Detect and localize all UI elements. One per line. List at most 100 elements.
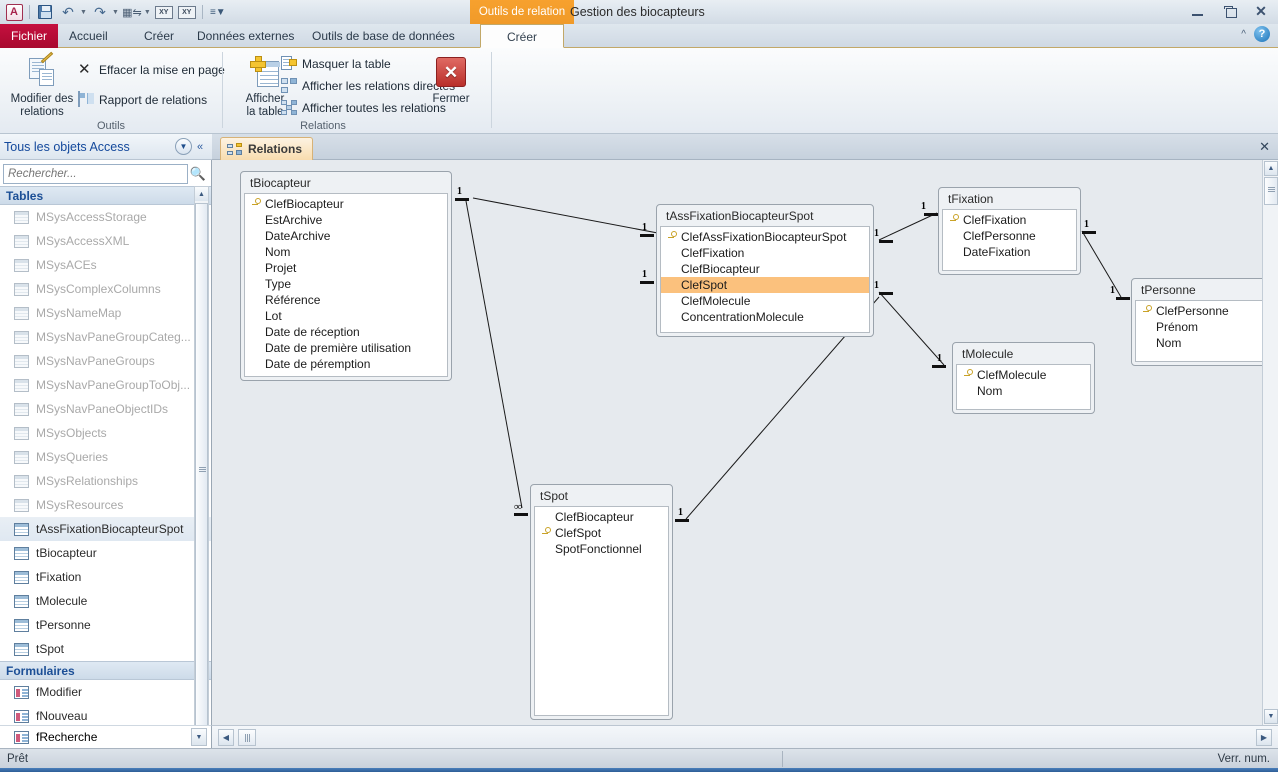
navigation-bottom-item[interactable]: fRecherche ▼ [0, 725, 212, 748]
relationship-field-row[interactable]: Date de première utilisation [245, 340, 447, 356]
relationship-field-row[interactable]: Nom [245, 244, 447, 260]
relationship-field-row[interactable]: ClefMolecule [661, 293, 869, 309]
sidebar-item-fmodifier[interactable]: fModifier [0, 680, 211, 704]
navigation-scrollbar[interactable]: ▲ ▼ [194, 186, 209, 746]
relationship-field-row[interactable]: ClefBiocapteur [245, 196, 447, 212]
scroll-up-icon[interactable]: ▲ [195, 187, 208, 201]
relationship-field-row[interactable]: ClefPersonne [943, 228, 1076, 244]
relationship-field-row[interactable]: ClefFixation [943, 212, 1076, 228]
sidebar-item-msysaccessstorage[interactable]: MSysAccessStorage [0, 205, 211, 229]
rapport-relations-button[interactable]: Rapport de relations [78, 91, 207, 108]
relationship-field-row[interactable]: Nom [957, 383, 1090, 399]
relationship-table-tfixation[interactable]: tFixation ClefFixation ClefPersonne DateFix… [938, 187, 1081, 275]
undo-dropdown-icon[interactable]: ▼ [80, 9, 87, 16]
help-icon[interactable]: ? [1254, 26, 1270, 42]
sidebar-item-msysnavpanegrouptoobj[interactable]: MSysNavPaneGroupToObj... [0, 373, 211, 397]
sidebar-item-msysobjects[interactable]: MSysObjects [0, 421, 211, 445]
sidebar-item-tbiocapteur[interactable]: tBiocapteur [0, 541, 211, 565]
tab-donnees-externes[interactable]: Données externes [186, 24, 305, 48]
canvas-hscroll-thumb[interactable] [238, 729, 256, 746]
relationship-field-row[interactable]: Référence [245, 292, 447, 308]
sidebar-item-tpersonne[interactable]: tPersonne [0, 613, 211, 637]
tab-creer-relation[interactable]: Créer [480, 24, 564, 48]
search-icon[interactable]: 🔍 [188, 166, 208, 182]
sidebar-item-tfixation[interactable]: tFixation [0, 565, 211, 589]
tab-relations[interactable]: Relations [220, 137, 314, 160]
chevron-down-icon[interactable]: ▼ [175, 138, 192, 155]
relationship-field-row[interactable]: ClefFixation [661, 245, 869, 261]
relationship-table-tmolecule[interactable]: tMolecule ClefMolecule Nom [952, 342, 1095, 414]
effacer-mise-en-page-button[interactable]: ✕ Effacer la mise en page [78, 62, 225, 78]
relationship-field-row[interactable]: Prénom [1136, 319, 1269, 335]
relationships-canvas[interactable]: tBiocapteur ClefBiocapteur EstArchive DateA… [212, 160, 1278, 725]
access-logo-icon[interactable]: A [4, 2, 24, 22]
tab-accueil[interactable]: Accueil [58, 24, 119, 48]
collapse-ribbon-icon[interactable]: ^ [1241, 29, 1246, 40]
relationship-line-tassfixation-tfixation[interactable] [878, 212, 938, 241]
tab-creer[interactable]: Créer [133, 24, 185, 48]
customize-qat-icon[interactable]: ≡▼ [208, 2, 228, 22]
nav-group-header-tables[interactable]: Tables ▲ [0, 186, 211, 205]
relationship-field-row[interactable]: Date de péremption [245, 356, 447, 372]
relationship-field-row[interactable]: Type [245, 276, 447, 292]
canvas-scroll-down-icon[interactable]: ▼ [1264, 709, 1278, 724]
relationship-field-row[interactable]: DateArchive [245, 228, 447, 244]
sidebar-item-msysaccessxml[interactable]: MSysAccessXML [0, 229, 211, 253]
relationship-field-row[interactable]: ClefMolecule [957, 367, 1090, 383]
relationship-line-tbiocapteur-tspot[interactable] [465, 200, 523, 509]
sidebar-item-tmolecule[interactable]: tMolecule [0, 589, 211, 613]
sidebar-item-msysrelationships[interactable]: MSysRelationships [0, 469, 211, 493]
xy-icon-1[interactable]: XY [154, 2, 174, 22]
tab-outils-base-de-donnees[interactable]: Outils de base de données [301, 24, 466, 48]
canvas-horizontal-scrollbar[interactable]: ◀ ▶ [212, 725, 1278, 748]
sidebar-item-msysresources[interactable]: MSysResources [0, 493, 211, 517]
relationship-field-row[interactable]: Date de réception [245, 324, 447, 340]
relationship-field-row[interactable]: Projet [245, 260, 447, 276]
sidebar-item-msysaces[interactable]: MSysACEs [0, 253, 211, 277]
relationship-field-row[interactable]: ConcentrationMolecule [661, 309, 869, 325]
sidebar-item-msyscomplexcolumns[interactable]: MSysComplexColumns [0, 277, 211, 301]
canvas-vertical-scrollbar[interactable]: ▲ ▼ [1262, 160, 1278, 725]
save-icon[interactable] [35, 2, 55, 22]
canvas-vscroll-thumb[interactable] [1264, 177, 1278, 205]
relationship-field-row[interactable]: ClefSpot [535, 525, 668, 541]
relationship-table-tassfixationbiocapteurspot[interactable]: tAssFixationBiocapteurSpot ClefAssFixatio… [656, 204, 874, 337]
relationship-field-row[interactable]: DateFixation [943, 244, 1076, 260]
sidebar-item-msysnavpanegroups[interactable]: MSysNavPaneGroups [0, 349, 211, 373]
canvas-scroll-up-icon[interactable]: ▲ [1264, 161, 1278, 176]
fermer-button[interactable]: ✕ Fermer [419, 54, 483, 106]
relationship-field-row[interactable]: Lot [245, 308, 447, 324]
sidebar-item-msysqueries[interactable]: MSysQueries [0, 445, 211, 469]
relationship-field-row[interactable]: Nom [1136, 335, 1269, 351]
relationship-field-row[interactable]: ClefBiocapteur [535, 509, 668, 525]
relationships-icon[interactable]: ▦⇋ [122, 2, 142, 22]
relationship-line-tassfixation-tmolecule[interactable] [878, 291, 945, 366]
relationship-field-row[interactable]: ClefSpot [661, 277, 869, 293]
search-input[interactable] [3, 164, 188, 184]
undo-icon[interactable]: ↶ [58, 2, 78, 22]
masquer-la-table-button[interactable]: Masquer la table [281, 56, 391, 72]
redo-icon[interactable]: ↷ [90, 2, 110, 22]
relationship-table-tspot[interactable]: tSpot ClefBiocapteur ClefSpot SpotFonctionn… [530, 484, 673, 720]
relationship-field-row[interactable]: ClefAssFixationBiocapteurSpot [661, 229, 869, 245]
sidebar-item-tassfixationbiocapteurspot[interactable]: tAssFixationBiocapteurSpot [0, 517, 211, 541]
double-chevron-left-icon[interactable]: « [192, 141, 208, 153]
nav-group-header-formulaires[interactable]: Formulaires▲ [0, 661, 211, 680]
minimize-icon[interactable] [1186, 2, 1208, 20]
sidebar-item-msysnavpanegroupcateg[interactable]: MSysNavPaneGroupCateg... [0, 325, 211, 349]
sidebar-item-msysnavpaneobjectids[interactable]: MSysNavPaneObjectIDs [0, 397, 211, 421]
navigation-scroll-thumb[interactable] [195, 203, 208, 731]
relationship-table-tpersonne[interactable]: tPersonne ClefPersonne Prénom Nom [1131, 278, 1274, 366]
sidebar-item-msysnamemap[interactable]: MSysNameMap [0, 301, 211, 325]
canvas-scroll-right-icon[interactable]: ▶ [1256, 729, 1272, 746]
relationships-dropdown-icon[interactable]: ▼ [144, 9, 151, 16]
tab-fichier[interactable]: Fichier [0, 24, 58, 48]
relationship-field-row[interactable]: ClefPersonne [1136, 303, 1269, 319]
relationship-line-tbiocapteur-tassfixation[interactable] [472, 197, 664, 235]
modifier-relations-button[interactable]: Modifier des relations [5, 51, 79, 119]
canvas-scroll-left-icon[interactable]: ◀ [218, 729, 234, 746]
relationship-table-tbiocapteur[interactable]: tBiocapteur ClefBiocapteur EstArchive DateA… [240, 171, 452, 381]
relationship-field-row[interactable]: EstArchive [245, 212, 447, 228]
close-document-icon[interactable]: ✕ [1259, 139, 1270, 155]
redo-dropdown-icon[interactable]: ▼ [112, 9, 119, 16]
